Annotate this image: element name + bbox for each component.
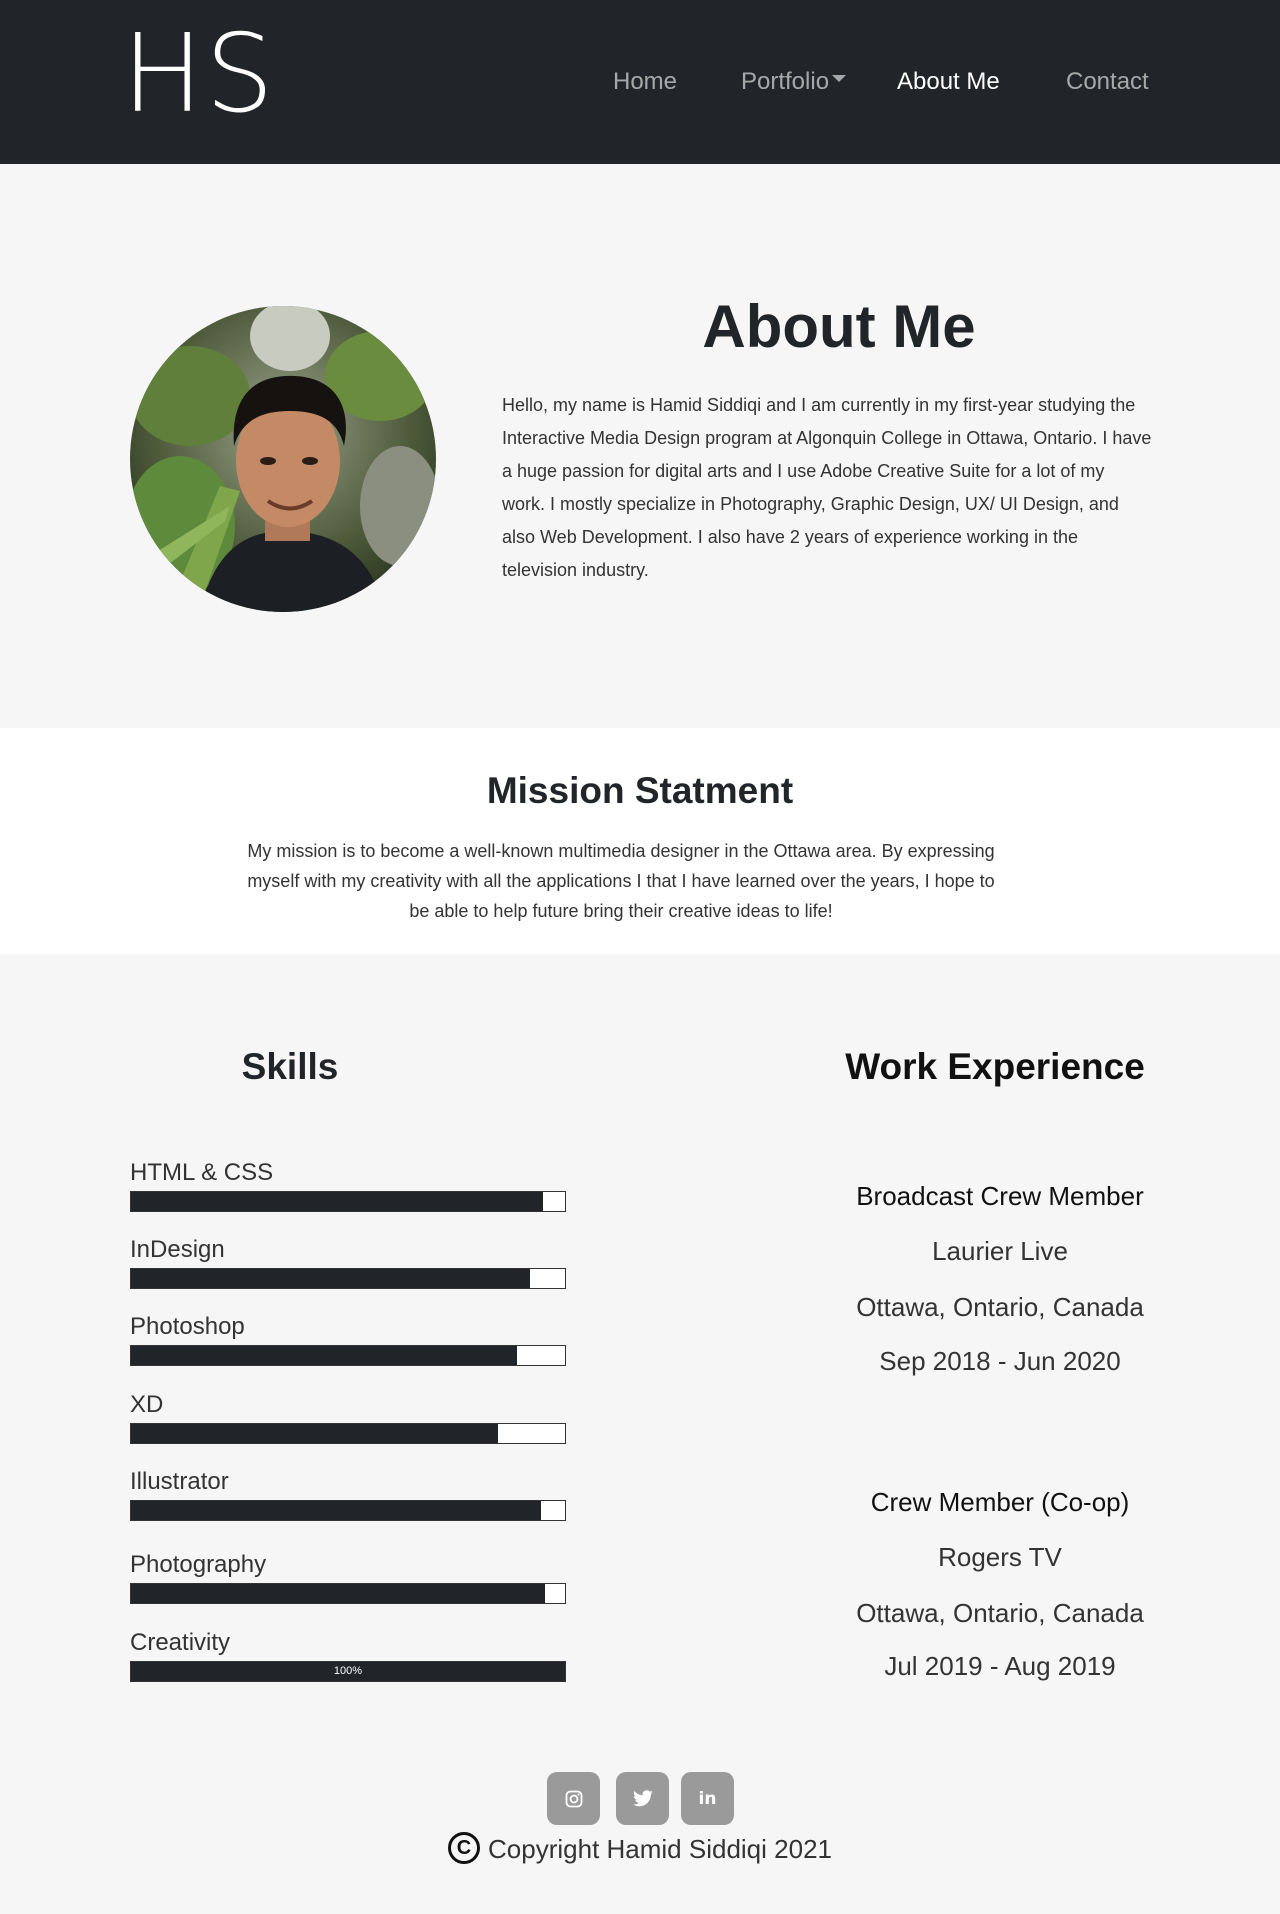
- mission-section: Mission Statment My mission is to become…: [0, 728, 1280, 954]
- about-section: About Me Hello, my name is Hamid Siddiqi…: [0, 164, 1280, 728]
- skill-label: Creativity: [130, 1629, 231, 1656]
- skill-item: XD: [130, 1389, 566, 1444]
- site-logo[interactable]: HS: [122, 15, 276, 135]
- navbar: HS Home Portfolio About Me Contact: [0, 0, 1280, 164]
- nav-link-portfolio[interactable]: Portfolio: [741, 68, 847, 96]
- skill-progress-bar: [130, 1268, 566, 1289]
- skill-progress-fill: [131, 1501, 542, 1520]
- skill-item: Photoshop: [130, 1311, 566, 1366]
- dropdown-caret-icon: [832, 75, 847, 83]
- skill-label: Illustrator: [130, 1468, 229, 1495]
- instagram-button[interactable]: [547, 1772, 600, 1825]
- nav-link-portfolio-label: Portfolio: [741, 68, 830, 95]
- skill-progress-fill: [131, 1346, 518, 1365]
- twitter-button[interactable]: [616, 1772, 669, 1825]
- skill-item: Photography: [130, 1549, 566, 1604]
- skill-progress-fill: 100%: [131, 1662, 565, 1681]
- job-location: Ottawa, Ontario, Canada: [856, 1598, 1144, 1628]
- copyright-text: Copyright Hamid Siddiqi 2021: [488, 1834, 832, 1864]
- job-dates: Sep 2018 - Jun 2020: [879, 1346, 1121, 1376]
- skill-label: XD: [130, 1391, 164, 1418]
- job-entry: Crew Member (Co-op) Rogers TV Ottawa, On…: [830, 1484, 1170, 1684]
- skill-label: Photography: [130, 1551, 267, 1578]
- twitter-icon: [632, 1789, 653, 1806]
- skill-progress-bar: [130, 1500, 566, 1521]
- about-text: Hello, my name is Hamid Siddiqi and I am…: [502, 395, 1152, 580]
- nav-link-about[interactable]: About Me: [897, 68, 1000, 96]
- nav-link-home[interactable]: Home: [613, 68, 677, 96]
- work-title: Work Experience: [845, 1046, 1145, 1087]
- skills-title: Skills: [241, 1046, 339, 1087]
- copyright-icon: C: [448, 1832, 481, 1865]
- nav-link-contact[interactable]: Contact: [1066, 68, 1149, 96]
- skill-progress-fill: [131, 1269, 531, 1288]
- mission-title: Mission Statment: [486, 770, 794, 811]
- job-location: Ottawa, Ontario, Canada: [856, 1292, 1144, 1322]
- job-company: Laurier Live: [932, 1236, 1068, 1266]
- skill-progress-bar: [130, 1345, 566, 1366]
- skill-progress-fill: [131, 1424, 498, 1443]
- linkedin-button[interactable]: in: [681, 1772, 734, 1825]
- job-company: Rogers TV: [938, 1542, 1062, 1572]
- skill-label: InDesign: [130, 1236, 225, 1263]
- footer-copyright: C Copyright Hamid Siddiqi 2021: [0, 1832, 1280, 1867]
- skill-item: Creativity 100%: [130, 1627, 566, 1682]
- instagram-icon: [565, 1790, 582, 1807]
- job-entry: Broadcast Crew Member Laurier Live Ottaw…: [830, 1178, 1170, 1379]
- linkedin-icon: in: [698, 1788, 717, 1809]
- skill-label: Photoshop: [130, 1313, 245, 1340]
- skill-progress-bar: [130, 1583, 566, 1604]
- skill-progress-bar: [130, 1423, 566, 1444]
- skill-progress-fill: [131, 1192, 544, 1211]
- skill-progress-fill: [131, 1584, 546, 1603]
- job-role: Crew Member (Co-op): [870, 1487, 1130, 1517]
- skill-label: HTML & CSS: [130, 1159, 274, 1186]
- skill-percent-label: 100%: [333, 1665, 363, 1677]
- skill-progress-bar: 100%: [130, 1661, 566, 1682]
- about-title: About Me: [702, 293, 976, 360]
- profile-photo: [130, 306, 436, 612]
- skill-progress-bar: [130, 1191, 566, 1212]
- job-role: Broadcast Crew Member: [856, 1181, 1144, 1211]
- skill-item: Illustrator: [130, 1466, 566, 1521]
- skill-item: InDesign: [130, 1234, 566, 1289]
- job-dates: Jul 2019 - Aug 2019: [884, 1651, 1116, 1681]
- mission-text: My mission is to become a well-known mul…: [247, 841, 995, 921]
- skill-item: HTML & CSS: [130, 1157, 566, 1212]
